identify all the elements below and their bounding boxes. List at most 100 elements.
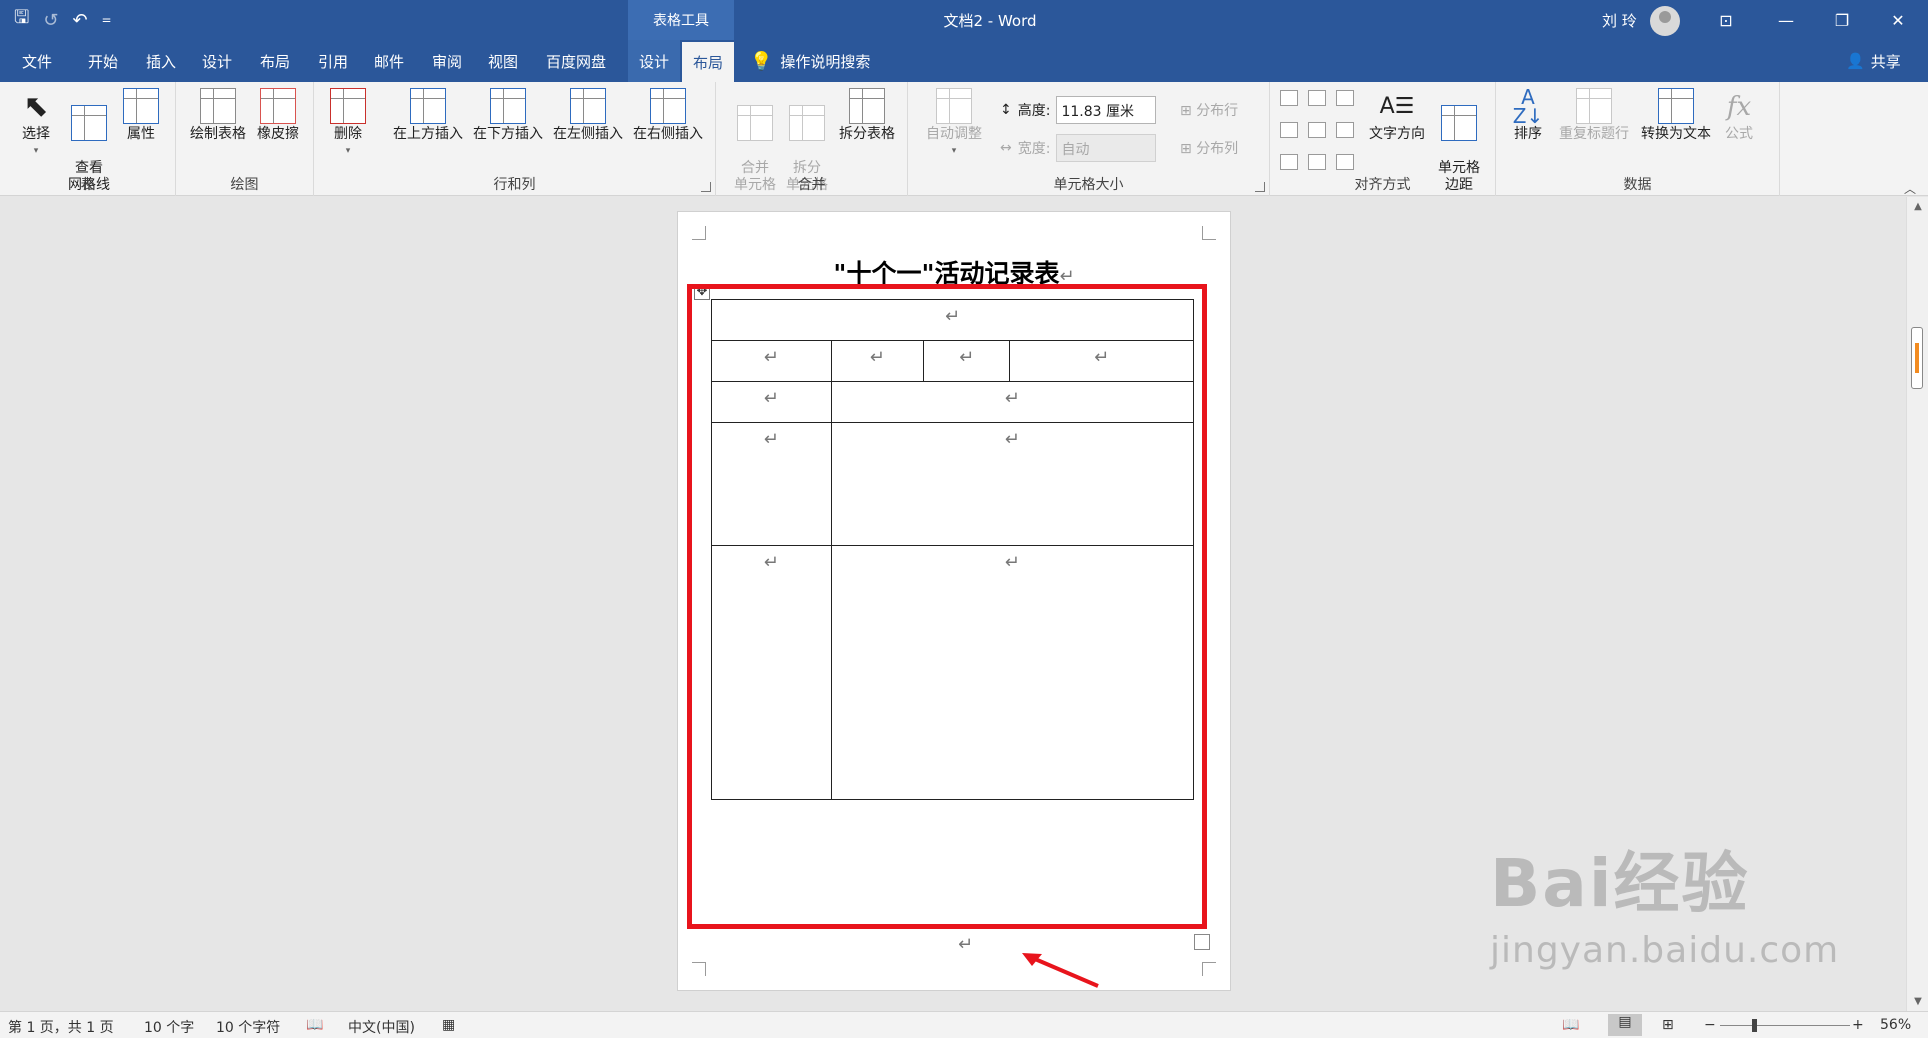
- sort-button[interactable]: A Z↓ 排序: [1506, 87, 1550, 143]
- table-cell[interactable]: ↵: [830, 381, 1195, 423]
- group-label-data: 数据: [1623, 177, 1652, 193]
- read-mode-icon[interactable]: 📖: [1562, 1017, 1579, 1033]
- zoom-slider-knob[interactable]: [1752, 1019, 1757, 1032]
- width-input[interactable]: 自动: [1056, 134, 1157, 162]
- tell-me-search[interactable]: 💡 操作说明搜索: [750, 40, 870, 82]
- tab-file[interactable]: 文件: [18, 40, 56, 82]
- tab-references[interactable]: 引用: [314, 40, 352, 82]
- table-move-handle-icon[interactable]: ✥: [694, 284, 710, 300]
- align-top-center-icon[interactable]: [1308, 90, 1326, 106]
- tab-layout[interactable]: 布局: [256, 40, 294, 82]
- proofing-icon[interactable]: 📖: [306, 1017, 323, 1033]
- align-bottom-center-icon[interactable]: [1308, 154, 1326, 170]
- table-cell[interactable]: ↵: [711, 545, 832, 800]
- undo-icon[interactable]: ↶: [72, 10, 87, 31]
- delete-button[interactable]: 删除 ▾: [326, 88, 370, 160]
- page-count[interactable]: 第 1 页，共 1 页: [8, 1017, 114, 1037]
- table-resize-handle[interactable]: [1194, 934, 1210, 950]
- close-icon[interactable]: ✕: [1868, 0, 1928, 40]
- table-cell[interactable]: ↵: [922, 340, 1011, 382]
- scrollbar-thumb[interactable]: [1911, 327, 1923, 389]
- align-bottom-left-icon[interactable]: [1280, 154, 1298, 170]
- zoom-out-icon[interactable]: −: [1704, 1017, 1716, 1033]
- properties-button[interactable]: 属性: [120, 88, 162, 143]
- formula-button[interactable]: fx 公式: [1718, 88, 1760, 143]
- select-button[interactable]: ⬉ 选择 ▾: [16, 88, 56, 160]
- scroll-down-icon[interactable]: ▼: [1912, 996, 1924, 1007]
- table-cell[interactable]: ↵: [830, 545, 1195, 800]
- redo-icon[interactable]: ↺: [43, 10, 58, 31]
- gridlines-icon: [71, 105, 107, 141]
- tab-view[interactable]: 视图: [484, 40, 522, 82]
- user-name[interactable]: 刘 玲: [1602, 10, 1637, 31]
- activity-record-table[interactable]: ↵ ↵ ↵ ↵ ↵ ↵ ↵ ↵ ↵ ↵ ↵: [711, 299, 1195, 800]
- tab-insert[interactable]: 插入: [142, 40, 180, 82]
- title-bar: 🖫 ↺ ↶ = 表格工具 文档2 - Word 刘 玲 ⊡ — ❐ ✕: [0, 0, 1928, 40]
- insert-left-button[interactable]: 在左侧插入: [548, 88, 628, 143]
- group-draw: 绘制表格 橡皮擦 绘图: [176, 82, 314, 196]
- char-count[interactable]: 10 个字符: [216, 1017, 280, 1037]
- zoom-slider[interactable]: [1720, 1019, 1850, 1032]
- macro-icon[interactable]: ▦: [442, 1017, 455, 1033]
- scroll-up-icon[interactable]: ▲: [1912, 201, 1924, 212]
- customize-qat-icon[interactable]: =: [102, 13, 112, 27]
- save-icon[interactable]: 🖫: [14, 5, 29, 35]
- autofit-button[interactable]: 自动调整 ▾: [920, 88, 988, 160]
- split-table-button[interactable]: 拆分表格: [834, 88, 900, 143]
- collapse-ribbon-icon[interactable]: ︿: [1904, 180, 1916, 197]
- zoom-in-icon[interactable]: +: [1852, 1017, 1864, 1033]
- draw-table-button[interactable]: 绘制表格: [186, 88, 250, 143]
- autofit-label: 自动调整: [926, 126, 982, 142]
- tab-table-design[interactable]: 设计: [628, 40, 680, 82]
- dialog-launcher-icon[interactable]: [701, 182, 711, 192]
- properties-label: 属性: [127, 126, 155, 142]
- document-heading[interactable]: "十个一"活动记录表↵: [678, 254, 1230, 290]
- tab-table-layout[interactable]: 布局: [682, 40, 734, 82]
- distribute-cols-button[interactable]: ⊞ 分布列: [1180, 138, 1238, 158]
- tab-review[interactable]: 审阅: [428, 40, 466, 82]
- table-cell[interactable]: ↵: [711, 340, 832, 382]
- document-page[interactable]: "十个一"活动记录表↵ ↵ ↵ ↵ ↵ ↵ ↵ ↵ ↵ ↵ ↵ ↵ ✥ ↵: [677, 211, 1231, 991]
- align-center-left-icon[interactable]: [1280, 122, 1298, 138]
- print-layout-icon[interactable]: ▤: [1608, 1014, 1642, 1036]
- tab-baidu-netdisk[interactable]: 百度网盘: [542, 40, 610, 82]
- restore-icon[interactable]: ❐: [1812, 0, 1872, 40]
- zoom-level[interactable]: 56%: [1880, 1017, 1911, 1033]
- align-center-icon[interactable]: [1308, 122, 1326, 138]
- tab-design[interactable]: 设计: [198, 40, 236, 82]
- insert-right-button[interactable]: 在右侧插入: [628, 88, 708, 143]
- avatar[interactable]: [1650, 6, 1680, 36]
- insert-below-button[interactable]: 在下方插入: [468, 88, 548, 143]
- vertical-scrollbar[interactable]: ▲ ▼: [1906, 197, 1928, 1011]
- insert-above-icon: [410, 88, 446, 124]
- insert-left-icon: [570, 88, 606, 124]
- minimize-icon[interactable]: —: [1756, 0, 1816, 40]
- distribute-rows-button[interactable]: ⊞ 分布行: [1180, 100, 1238, 120]
- align-top-right-icon[interactable]: [1336, 90, 1354, 106]
- table-cell[interactable]: ↵: [711, 299, 1194, 341]
- table-cell[interactable]: ↵: [830, 422, 1195, 546]
- text-direction-button[interactable]: A☰ 文字方向: [1364, 88, 1430, 143]
- dialog-launcher-icon[interactable]: [1255, 182, 1265, 192]
- word-count[interactable]: 10 个字: [144, 1017, 194, 1037]
- repeat-header-rows-button[interactable]: 重复标题行: [1554, 88, 1634, 143]
- language[interactable]: 中文(中国): [348, 1017, 415, 1037]
- chevron-down-icon: ▾: [33, 146, 39, 156]
- align-bottom-right-icon[interactable]: [1336, 154, 1354, 170]
- table-cell[interactable]: ↵: [830, 340, 925, 382]
- align-center-right-icon[interactable]: [1336, 122, 1354, 138]
- tab-home[interactable]: 开始: [84, 40, 122, 82]
- table-cell[interactable]: ↵: [1009, 340, 1194, 382]
- table-cell[interactable]: ↵: [711, 381, 832, 423]
- convert-to-text-button[interactable]: 转换为文本: [1636, 88, 1716, 143]
- ribbon-display-options-icon[interactable]: ⊡: [1696, 0, 1756, 40]
- align-top-left-icon[interactable]: [1280, 90, 1298, 106]
- web-layout-icon[interactable]: ⊞: [1662, 1017, 1674, 1033]
- insert-above-button[interactable]: 在上方插入: [388, 88, 468, 143]
- table-cell[interactable]: ↵: [711, 422, 832, 546]
- tab-mailings[interactable]: 邮件: [370, 40, 408, 82]
- share-button[interactable]: 👤 共享: [1846, 40, 1901, 82]
- eraser-button[interactable]: 橡皮擦: [252, 88, 304, 143]
- height-input[interactable]: 11.83 厘米: [1056, 96, 1157, 124]
- split-table-icon: [849, 88, 885, 124]
